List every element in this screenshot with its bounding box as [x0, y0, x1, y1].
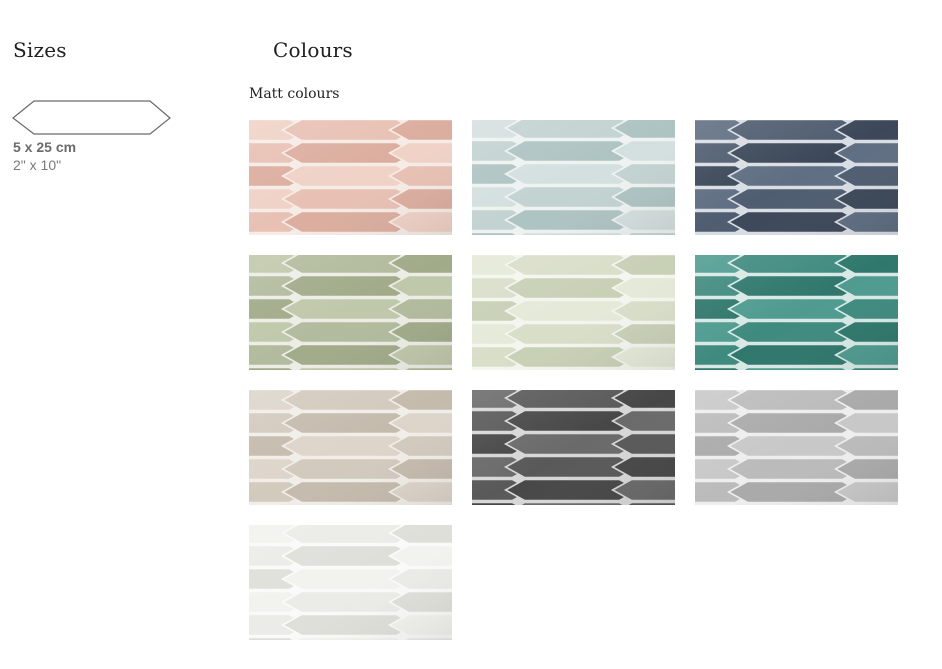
- colours-heading: Colours: [273, 38, 353, 62]
- colour-swatch-sage[interactable]: [249, 255, 452, 370]
- colour-swatch-grey[interactable]: [695, 390, 898, 505]
- tile-pattern-image: [249, 120, 452, 235]
- colour-swatch-teal[interactable]: [695, 255, 898, 370]
- colour-swatch-mint-cream[interactable]: [472, 255, 675, 370]
- tile-pattern-image: [472, 390, 675, 505]
- size-imperial-label: 2" x 10": [13, 157, 62, 173]
- tile-pattern-image: [695, 255, 898, 370]
- tile-pattern-image: [695, 120, 898, 235]
- tile-pattern-image: [695, 390, 898, 505]
- tile-pattern-image: [472, 120, 675, 235]
- colour-swatch-pale-aqua[interactable]: [472, 120, 675, 235]
- tile-pattern-image: [249, 390, 452, 505]
- matt-colours-subheading: Matt colours: [249, 86, 340, 102]
- size-option-5x25[interactable]: 5 x 25 cm 2" x 10": [12, 100, 172, 173]
- colour-swatch-sand[interactable]: [249, 390, 452, 505]
- tile-pattern-image: [472, 255, 675, 370]
- colour-swatch-navy[interactable]: [695, 120, 898, 235]
- colour-swatch-pink[interactable]: [249, 120, 452, 235]
- colour-swatch-white[interactable]: [249, 525, 452, 640]
- tile-pattern-image: [249, 255, 452, 370]
- picket-tile-outline-icon: [12, 100, 171, 135]
- tile-pattern-image: [249, 525, 452, 640]
- size-metric-label: 5 x 25 cm: [13, 139, 77, 155]
- sizes-heading: Sizes: [13, 38, 67, 62]
- colour-swatch-charcoal[interactable]: [472, 390, 675, 505]
